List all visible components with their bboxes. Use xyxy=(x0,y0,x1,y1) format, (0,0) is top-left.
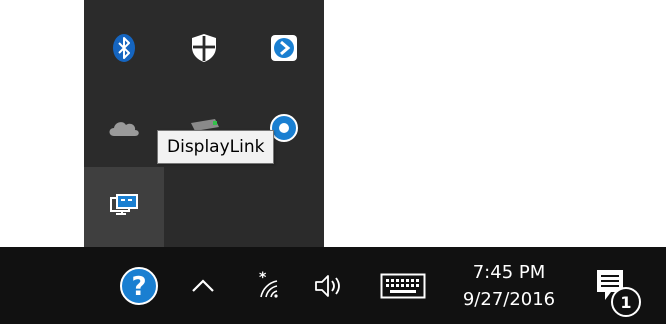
show-hidden-icons-button[interactable] xyxy=(178,247,228,324)
windows-defender-icon xyxy=(192,34,216,62)
hidden-icons-flyout xyxy=(84,0,324,247)
onedrive-icon xyxy=(109,122,139,136)
network-button[interactable]: * xyxy=(240,247,290,324)
help-tray-item[interactable]: ? xyxy=(110,247,168,324)
touch-keyboard-button[interactable] xyxy=(373,247,433,324)
taskbar: ? * 7:45 PM 9/27/2016 xyxy=(0,247,666,324)
volume-button[interactable] xyxy=(305,247,355,324)
clock-time: 7:45 PM xyxy=(472,261,546,283)
touch-keyboard-icon xyxy=(380,273,426,298)
wifi-icon: * xyxy=(259,271,278,298)
svg-text:*: * xyxy=(259,271,267,286)
chevron-up-icon xyxy=(192,278,214,292)
displaylink-tooltip: DisplayLink xyxy=(157,130,275,164)
tray-item-displaylink[interactable] xyxy=(84,167,164,247)
svg-text:?: ? xyxy=(131,272,146,302)
tray-item-onedrive[interactable] xyxy=(84,88,164,168)
clock-date: 9/27/2016 xyxy=(462,288,556,310)
displaylink-icon xyxy=(110,194,138,215)
notification-count-badge: 1 xyxy=(611,287,641,317)
tray-item-bluetooth[interactable] xyxy=(84,8,164,88)
tray-item-app-shortcut[interactable] xyxy=(244,8,324,88)
bluetooth-icon xyxy=(113,34,135,62)
question-icon: ? xyxy=(120,266,158,305)
speaker-icon xyxy=(315,274,340,297)
app-shortcut-icon xyxy=(271,35,297,61)
clock-button[interactable]: 7:45 PM 9/27/2016 xyxy=(446,247,572,324)
tray-item-defender[interactable] xyxy=(164,8,244,88)
